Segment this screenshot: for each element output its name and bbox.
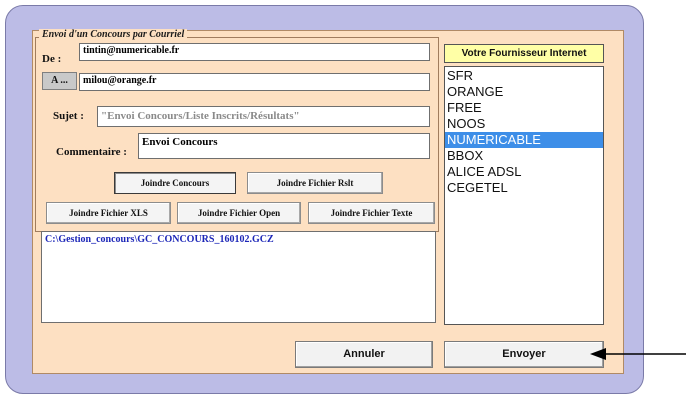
from-field[interactable]: tintin@numericable.fr (79, 43, 430, 61)
isp-item-free[interactable]: FREE (445, 100, 603, 116)
isp-item-alice-adsl[interactable]: ALICE ADSL (445, 164, 603, 180)
subject-label: Sujet : (53, 110, 84, 122)
isp-item-bbox[interactable]: BBOX (445, 148, 603, 164)
group-title: Envoi d'un Concours par Courriel (39, 29, 188, 41)
isp-item-sfr[interactable]: SFR (445, 68, 603, 84)
send-button[interactable]: Envoyer (444, 341, 604, 368)
isp-list[interactable]: SFR ORANGE FREE NOOS NUMERICABLE BBOX AL… (444, 66, 604, 325)
attach-texte-button[interactable]: Joindre Fichier Texte (308, 202, 435, 224)
subject-field[interactable]: "Envoi Concours/Liste Inscrits/Résultats… (97, 106, 430, 127)
comment-label: Commentaire : (56, 146, 127, 158)
to-address-button[interactable]: A ... (42, 72, 77, 90)
attachments-list[interactable]: C:\Gestion_concours\GC_CONCOURS_160102.G… (41, 231, 436, 323)
isp-item-noos[interactable]: NOOS (445, 116, 603, 132)
arrow-left-icon (590, 348, 686, 360)
attachment-item[interactable]: C:\Gestion_concours\GC_CONCOURS_160102.G… (45, 234, 432, 246)
isp-item-numericable[interactable]: NUMERICABLE (445, 132, 603, 148)
to-field[interactable]: milou@orange.fr (79, 73, 430, 91)
comment-field[interactable]: Envoi Concours (138, 133, 430, 159)
isp-item-cegetel[interactable]: CEGETEL (445, 180, 603, 196)
attach-xls-button[interactable]: Joindre Fichier XLS (46, 202, 171, 224)
from-label: De : (42, 53, 62, 65)
attach-rslt-button[interactable]: Joindre Fichier Rslt (247, 172, 383, 194)
attach-open-button[interactable]: Joindre Fichier Open (177, 202, 301, 224)
attach-concours-button[interactable]: Joindre Concours (114, 172, 236, 194)
cancel-button[interactable]: Annuler (295, 341, 433, 368)
isp-item-orange[interactable]: ORANGE (445, 84, 603, 100)
isp-header: Votre Fournisseur Internet (444, 44, 604, 63)
